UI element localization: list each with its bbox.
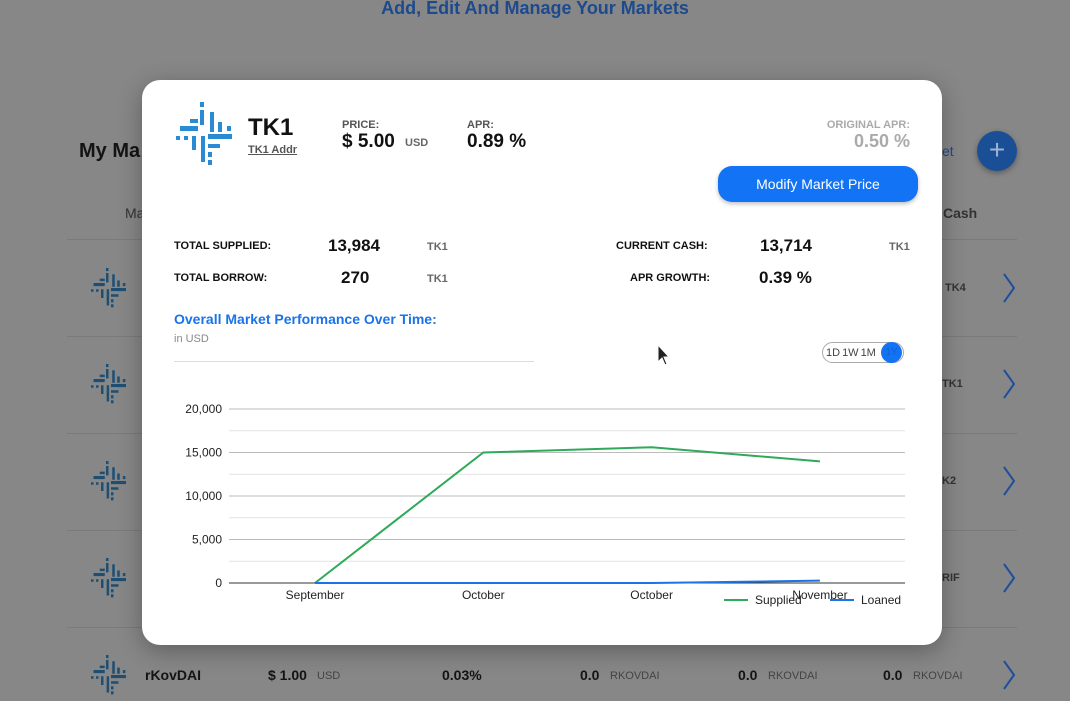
price-label: PRICE: [342, 119, 380, 131]
total-supplied-value: 13,984 [328, 236, 380, 255]
market-name: rKovDAI [145, 667, 202, 683]
legend-label: Loaned [861, 593, 901, 607]
token-address-link[interactable]: TK1 Addr [248, 144, 297, 156]
original-apr-value: 0.50 % [853, 131, 910, 151]
market-borrowed: 0.0 [738, 667, 758, 683]
series-line-loaned [315, 579, 820, 584]
current-cash-label: CURRENT CASH: [616, 240, 708, 252]
y-tick-label: 10,000 [185, 489, 222, 503]
market-supplied: 0.0 [580, 667, 600, 683]
current-cash-value: 13,714 [760, 236, 812, 255]
market-apr: 0.03% [442, 667, 482, 683]
row-symbol: K2 [942, 475, 957, 487]
total-borrow-value: 270 [341, 268, 370, 287]
token-logo [176, 102, 232, 165]
chevron-right-icon[interactable] [1002, 273, 1016, 303]
page-title: Add, Edit And Manage Your Markets [381, 0, 689, 18]
total-supplied-unit: TK1 [427, 241, 448, 253]
original-apr-label: ORIGINAL APR: [826, 119, 910, 131]
range-1y-selected[interactable]: 1Y [881, 342, 902, 363]
modify-market-price-button[interactable]: Modify Market Price [718, 166, 918, 202]
legend-label: Supplied [755, 593, 802, 607]
performance-chart: 0 5,000 10,000 15,000 20,000 September October… [185, 402, 905, 607]
chevron-right-icon[interactable] [1002, 563, 1016, 593]
market-cash: 0.0 [883, 667, 903, 683]
chevron-right-icon[interactable] [1002, 660, 1016, 690]
token-logo [91, 268, 126, 308]
series-line-supplied [314, 446, 820, 584]
add-market-link[interactable]: et [942, 143, 954, 159]
row-symbol: TK4 [945, 282, 966, 294]
price-unit: USD [405, 137, 429, 149]
token-logo [91, 558, 126, 598]
time-range-toggle[interactable]: 1D 1W 1M 1Y [822, 342, 904, 363]
market-price: $ 1.00 [268, 667, 307, 683]
column-header-cash: Cash [943, 205, 978, 221]
section-title: My Ma [79, 140, 141, 162]
apr-growth-label: APR GROWTH: [630, 272, 711, 284]
x-tick-label: October [630, 588, 673, 602]
total-supplied-label: TOTAL SUPPLIED: [174, 240, 272, 252]
range-1d[interactable]: 1D [826, 347, 840, 359]
price-unit: USD [317, 670, 341, 682]
apr-growth-value: 0.39 % [759, 268, 812, 287]
plus-icon: + [988, 134, 1006, 165]
borrowed-unit: RKOVDAI [768, 670, 818, 682]
y-tick-label: 5,000 [192, 533, 222, 547]
total-borrow-unit: TK1 [427, 273, 448, 285]
chevron-right-icon[interactable] [1002, 466, 1016, 496]
range-1w[interactable]: 1W [842, 347, 859, 359]
y-tick-label: 15,000 [185, 446, 222, 460]
row-symbol: RIF [942, 572, 960, 584]
add-market-button[interactable]: + [977, 131, 1017, 171]
divider [174, 361, 534, 362]
chevron-right-icon[interactable] [1002, 369, 1016, 399]
current-cash-unit: TK1 [889, 241, 910, 253]
row-symbol: TK1 [942, 378, 963, 390]
apr-value: 0.89 % [467, 131, 527, 152]
mouse-cursor-icon [657, 344, 670, 366]
market-detail-modal: TK1 TK1 Addr PRICE: $ 5.00 USD APR: 0.89… [142, 80, 942, 645]
y-tick-label: 0 [215, 576, 222, 590]
apr-label: APR: [467, 119, 494, 131]
x-tick-label: October [462, 588, 505, 602]
chart-subtitle: in USD [174, 333, 209, 345]
supplied-unit: RKOVDAI [610, 670, 660, 682]
y-tick-label: 20,000 [185, 402, 222, 416]
token-logo [91, 461, 126, 501]
x-tick-label: September [286, 588, 345, 602]
price-value: $ 5.00 [342, 131, 395, 152]
cash-unit: RKOVDAI [913, 670, 963, 682]
token-logo [91, 655, 126, 695]
token-logo [91, 364, 126, 404]
range-1m[interactable]: 1M [861, 347, 876, 359]
total-borrow-label: TOTAL BORROW: [174, 272, 268, 284]
chart-title: Overall Market Performance Over Time: [174, 311, 437, 327]
token-symbol: TK1 [248, 114, 294, 141]
